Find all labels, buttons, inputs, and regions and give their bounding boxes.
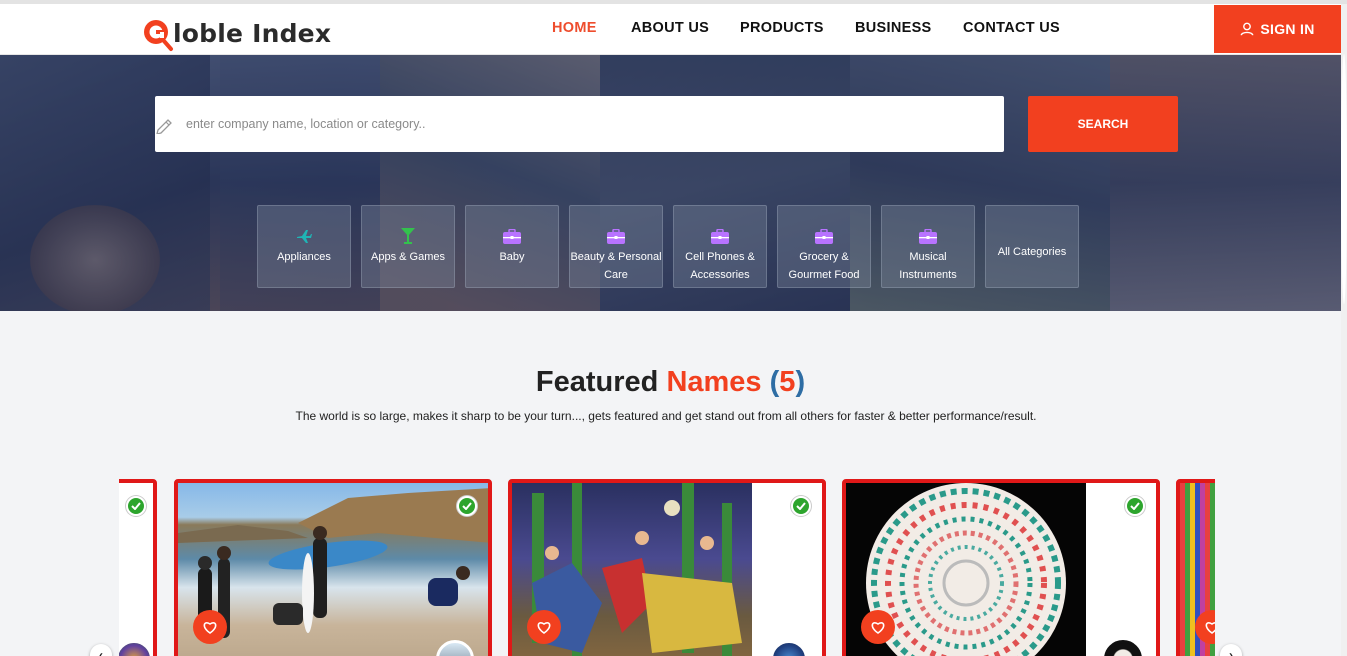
card-mandala-plate[interactable] (842, 479, 1160, 656)
airplane-icon (296, 227, 312, 245)
check-circle-icon (457, 496, 477, 516)
nav-contact-us[interactable]: CONTACT US (963, 20, 1060, 36)
check-circle-icon (126, 496, 146, 516)
card-cactus-painting[interactable] (508, 479, 826, 656)
nav-products[interactable]: PRODUCTS (740, 20, 824, 36)
site-header: loble Index HOME ABOUT US PRODUCTS BUSIN… (0, 4, 1341, 55)
featured-title: Featured Names (5) (0, 366, 1341, 399)
category-grocery[interactable]: Grocery & Gourmet Food (777, 205, 871, 288)
check-circle-icon (1125, 496, 1145, 516)
card-thumbnail (770, 640, 808, 656)
category-label: Cell Phones & Accessories (685, 251, 755, 281)
category-apps-games[interactable]: Apps & Games (361, 205, 455, 288)
carousel-next-button[interactable]: › (1220, 644, 1242, 656)
featured-count: 5 (779, 366, 796, 398)
card-partial-right[interactable] (1176, 479, 1215, 656)
category-musical-instruments[interactable]: Musical Instruments (881, 205, 975, 288)
category-label: Musical Instruments (899, 251, 957, 281)
briefcase-icon (919, 227, 937, 245)
briefcase-icon (503, 227, 521, 245)
page-scrollbar[interactable] (1341, 4, 1347, 656)
featured-subtitle: The world is so large, makes it sharp to… (295, 409, 1037, 423)
featured-title-word1: Featured (535, 366, 659, 398)
card-surfers-beach[interactable] (174, 479, 492, 656)
hero-banner: SEARCH Appliances Apps & Games Baby (0, 55, 1341, 311)
category-label: Apps & Games (371, 251, 445, 263)
check-circle-icon (791, 496, 811, 516)
sign-in-label: SIGN IN (1260, 21, 1315, 37)
cocktail-icon (400, 227, 416, 245)
featured-carousel (119, 479, 1215, 656)
card-partial-left[interactable] (119, 479, 157, 656)
briefcase-icon (711, 227, 729, 245)
nav-about-us[interactable]: ABOUT US (631, 20, 709, 36)
category-baby[interactable]: Baby (465, 205, 559, 288)
category-label: Baby (499, 251, 525, 263)
search-button[interactable]: SEARCH (1028, 96, 1178, 152)
search-input[interactable] (186, 96, 986, 152)
nav-business[interactable]: BUSINESS (855, 20, 932, 36)
briefcase-icon (815, 227, 833, 245)
pencil-icon (155, 116, 175, 135)
chevron-left-icon: ‹ (99, 648, 103, 656)
page: loble Index HOME ABOUT US PRODUCTS BUSIN… (0, 0, 1347, 656)
heart-icon[interactable] (527, 610, 561, 644)
logo[interactable]: loble Index (142, 16, 332, 51)
category-label: Beauty & Personal Care (570, 251, 662, 281)
featured-paren-open: ( (769, 366, 780, 398)
chevron-right-icon: › (1229, 648, 1233, 656)
category-all[interactable]: All Categories (985, 205, 1079, 288)
category-label: Grocery & Gourmet Food (788, 251, 860, 281)
category-label: Appliances (277, 251, 331, 263)
user-icon (1240, 22, 1254, 36)
category-appliances[interactable]: Appliances (257, 205, 351, 288)
scrollbar-thumb[interactable] (1341, 54, 1347, 304)
featured-paren-close: ) (795, 366, 806, 398)
category-tiles: Appliances Apps & Games Baby Beauty & Pe… (257, 205, 1089, 288)
briefcase-icon (607, 227, 625, 245)
search-box (155, 96, 1004, 152)
heart-icon[interactable] (861, 610, 895, 644)
featured-title-word2: Names (666, 366, 762, 398)
category-label: All Categories (997, 246, 1067, 258)
logo-magnifier-icon (142, 18, 173, 51)
category-cell-phones[interactable]: Cell Phones & Accessories (673, 205, 767, 288)
carousel-prev-button[interactable]: ‹ (90, 644, 112, 656)
nav-home[interactable]: HOME (552, 20, 597, 36)
sign-in-button[interactable]: SIGN IN (1214, 5, 1341, 53)
logo-text: loble Index (173, 18, 332, 48)
card-thumbnail (119, 640, 153, 656)
heart-icon[interactable] (193, 610, 227, 644)
category-beauty[interactable]: Beauty & Personal Care (569, 205, 663, 288)
card-thumbnail (1104, 640, 1142, 656)
